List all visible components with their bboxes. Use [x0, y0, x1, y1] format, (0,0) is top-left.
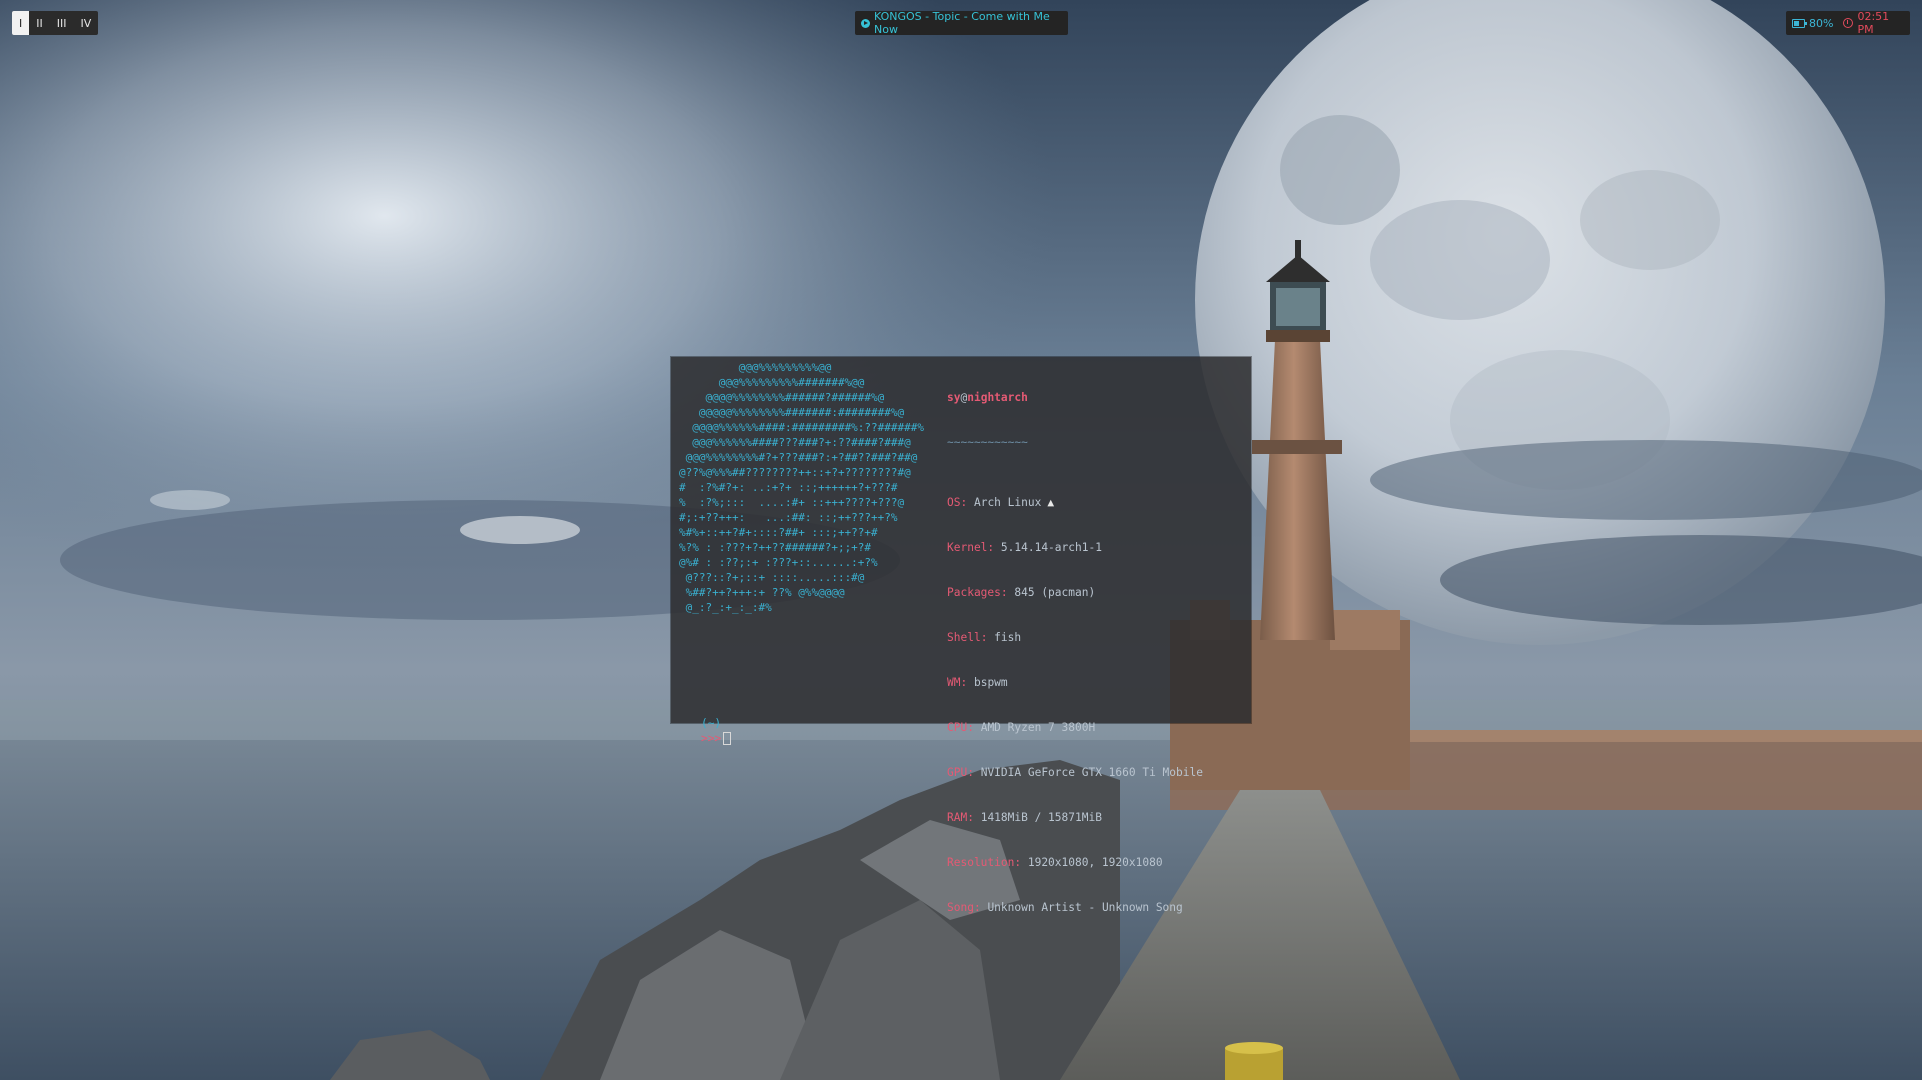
clock-icon [1843, 18, 1854, 28]
info-key: Resolution [947, 856, 1015, 869]
battery-icon [1792, 18, 1807, 28]
status-widget: 80% 02:51 PM [1786, 10, 1910, 36]
info-row-packages: Packages: 845 (pacman) [947, 586, 1096, 599]
clock-time: 02:51 PM [1857, 10, 1890, 36]
info-row-wm: WM: bspwm [947, 676, 1008, 689]
info-value: NVIDIA GeForce GTX 1660 Ti Mobile [980, 766, 1203, 779]
arch-logo-icon: ▲ [1047, 496, 1055, 509]
info-value: AMD Ryzen 7 3800H [980, 721, 1096, 734]
workspace-2[interactable]: II [29, 11, 50, 35]
workspace-3[interactable]: III [50, 11, 74, 35]
info-key: CPU [947, 721, 968, 734]
info-row-gpu: GPU: NVIDIA GeForce GTX 1660 Ti Mobile [947, 766, 1203, 779]
workspace-4[interactable]: IV [73, 11, 98, 35]
info-key: WM [947, 676, 961, 689]
hostname: nightarch [967, 391, 1028, 404]
info-row-resolution: Resolution: 1920x1080, 1920x1080 [947, 856, 1163, 869]
info-value: Arch Linux [973, 496, 1042, 509]
workspace-switcher: I II III IV [12, 11, 99, 35]
info-value: bspwm [973, 676, 1008, 689]
info-key: Shell [947, 631, 981, 644]
info-value: 5.14.14-arch1-1 [1000, 541, 1102, 554]
info-key: RAM [947, 811, 968, 824]
info-value: 1418MiB / 15871MiB [980, 811, 1102, 824]
system-info-panel: sy@nightarch ~~~~~~~~~~~~ OS: Arch Linux… [947, 360, 1203, 945]
prompt-directory: (~) [700, 717, 722, 730]
info-row-song: Song: Unknown Artist - Unknown Song [947, 901, 1183, 914]
info-value: Unknown Artist - Unknown Song [987, 901, 1183, 914]
play-circle-icon [861, 18, 870, 28]
terminal-window[interactable]: @@@%%%%%%%%%@@ @@@%%%%%%%%%#######%@@ @@… [671, 357, 1251, 914]
info-key: Packages [947, 586, 1001, 599]
info-row-ram: RAM: 1418MiB / 15871MiB [947, 811, 1102, 824]
distro-ascii-logo: @@@%%%%%%%%%@@ @@@%%%%%%%%%#######%@@ @@… [679, 361, 925, 614]
now-playing-text: KONGOS - Topic - Come with Me Now [874, 10, 1050, 36]
info-value: 845 (pacman) [1014, 586, 1096, 599]
info-row-cpu: CPU: AMD Ryzen 7 3800H [947, 721, 1096, 734]
info-key: Song [947, 901, 974, 914]
separator-line: ~~~~~~~~~~~~ [947, 436, 1028, 449]
username: sy [947, 391, 961, 404]
info-row-kernel: Kernel: 5.14.14-arch1-1 [947, 541, 1102, 554]
info-value: fish [994, 631, 1022, 644]
workspace-1[interactable]: I [12, 11, 30, 35]
battery-percentage: 80% [1809, 16, 1834, 30]
info-key: GPU [947, 766, 968, 779]
prompt-arrow: >>> [700, 732, 722, 745]
user-host-line: sy@nightarch [947, 390, 1203, 405]
info-row-shell: Shell: fish [947, 631, 1022, 644]
now-playing-widget[interactable]: KONGOS - Topic - Come with Me Now [855, 10, 1068, 36]
info-key: OS [947, 496, 961, 509]
info-value: 1920x1080, 1920x1080 [1027, 856, 1163, 869]
shell-prompt[interactable]: (~) >>> [674, 701, 732, 761]
info-key: Kernel [947, 541, 988, 554]
text-cursor[interactable] [723, 732, 732, 745]
info-row-os: OS: Arch Linux ▲ [947, 496, 1055, 509]
